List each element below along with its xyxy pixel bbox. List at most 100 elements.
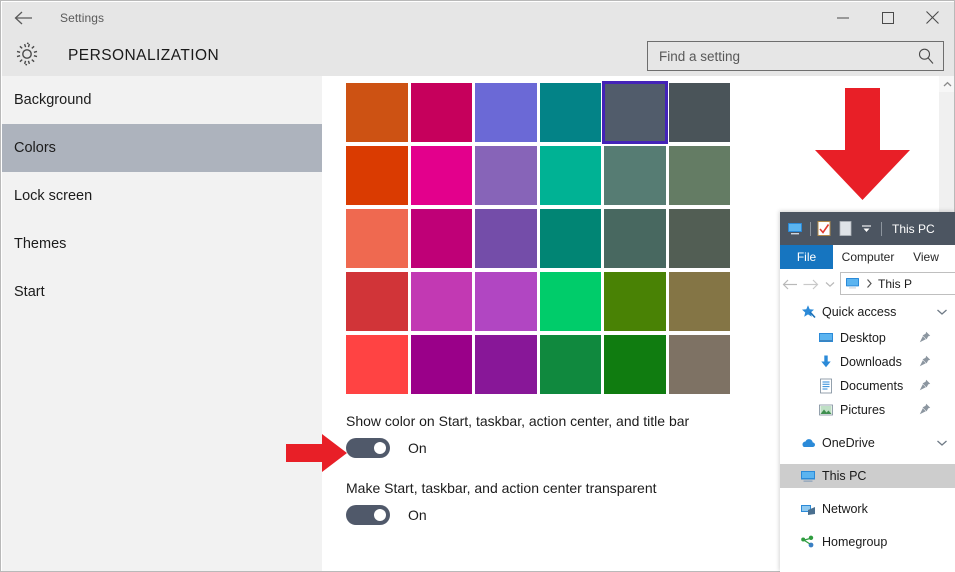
homegroup-icon: [801, 535, 814, 548]
search-icon[interactable]: [917, 47, 935, 65]
color-swatch[interactable]: [410, 209, 472, 268]
pin-icon[interactable]: [919, 379, 931, 391]
tab-computer[interactable]: Computer: [833, 245, 903, 269]
maximize-button[interactable]: [865, 2, 910, 33]
color-swatch[interactable]: [604, 272, 666, 331]
pin-icon[interactable]: [919, 355, 931, 367]
sidebar-item-colors[interactable]: Colors: [2, 124, 322, 172]
show-color-toggle[interactable]: [346, 438, 390, 458]
color-swatch[interactable]: [346, 83, 408, 142]
tree-item-homegroup[interactable]: Homegroup: [780, 530, 955, 554]
tree-item-label: Documents: [840, 379, 904, 393]
gear-icon: [13, 40, 41, 68]
sidebar-item-themes[interactable]: Themes: [2, 220, 322, 268]
right-arrow-annotation: [286, 434, 347, 472]
color-swatch[interactable]: [668, 209, 730, 268]
color-swatch[interactable]: [346, 272, 408, 331]
color-swatch-row: [346, 146, 733, 209]
color-swatch[interactable]: [539, 83, 601, 142]
color-swatch[interactable]: [410, 272, 472, 331]
color-swatch[interactable]: [602, 81, 668, 144]
tree-item-onedrive[interactable]: OneDrive: [780, 431, 955, 455]
tree-item-network[interactable]: Network: [780, 497, 955, 521]
close-button[interactable]: [910, 2, 954, 33]
color-swatch[interactable]: [410, 335, 472, 394]
search-box[interactable]: [647, 41, 944, 71]
color-swatch[interactable]: [668, 335, 730, 394]
tree-item-label: Homegroup: [822, 535, 888, 549]
color-swatch[interactable]: [475, 272, 537, 331]
this-pc-icon: [846, 278, 859, 289]
tree-item-label: OneDrive: [822, 436, 875, 450]
color-swatch[interactable]: [346, 335, 408, 394]
tree-item-this-pc[interactable]: This PC: [780, 464, 955, 488]
properties-icon[interactable]: [816, 221, 832, 237]
new-folder-icon[interactable]: [837, 221, 853, 237]
color-swatch[interactable]: [539, 335, 601, 394]
nav-forward-button[interactable]: [800, 273, 820, 297]
tree-item-label: This PC: [822, 469, 867, 483]
color-swatch[interactable]: [475, 335, 537, 394]
minimize-button[interactable]: [820, 2, 865, 33]
color-swatch[interactable]: [668, 272, 730, 331]
tree-item-documents[interactable]: Documents: [780, 374, 955, 398]
color-swatch[interactable]: [346, 146, 408, 205]
back-button[interactable]: [2, 2, 46, 33]
tree-item-downloads[interactable]: Downloads: [780, 350, 955, 374]
tree-item-label: Desktop: [840, 331, 886, 345]
tree-item-quick-access[interactable]: Quick access: [780, 300, 955, 324]
chevron-down-icon[interactable]: [936, 306, 948, 318]
color-swatch[interactable]: [475, 146, 537, 205]
tree-item-pictures[interactable]: Pictures: [780, 398, 955, 422]
explorer-navigation-pane: Quick access Desktop Downloads Documents Pic…: [780, 300, 955, 572]
forward-arrow-icon: [803, 279, 818, 290]
color-swatch[interactable]: [604, 209, 666, 268]
breadcrumb-text: This P: [878, 276, 913, 291]
tree-item-desktop[interactable]: Desktop: [780, 326, 955, 350]
color-swatch[interactable]: [539, 146, 601, 205]
downloads-icon: [818, 354, 834, 370]
color-swatch[interactable]: [668, 146, 730, 205]
tree-item-label: Network: [822, 502, 868, 516]
color-swatch[interactable]: [410, 83, 472, 142]
nav-back-button[interactable]: [780, 273, 800, 297]
desktop-icon: [818, 330, 834, 346]
tab-file[interactable]: File: [780, 245, 833, 269]
pin-icon[interactable]: [919, 331, 931, 343]
accent-color-grid: [346, 81, 733, 398]
tree-item-label: Downloads: [840, 355, 902, 369]
search-input[interactable]: [648, 42, 913, 70]
color-swatch[interactable]: [475, 209, 537, 268]
color-swatch-row: [346, 335, 733, 398]
settings-header: PERSONALIZATION: [2, 33, 954, 76]
toolbar-separator: [810, 221, 811, 236]
address-path-box[interactable]: This P: [840, 272, 955, 295]
tab-view[interactable]: View: [903, 245, 949, 269]
app-title: Settings: [60, 10, 105, 25]
pin-icon[interactable]: [919, 403, 931, 415]
color-swatch[interactable]: [346, 209, 408, 268]
onedrive-cloud-icon: [802, 439, 815, 447]
color-swatch[interactable]: [475, 83, 537, 142]
transparency-toggle[interactable]: [346, 505, 390, 525]
sidebar-item-lock-screen[interactable]: Lock screen: [2, 172, 322, 220]
color-swatch[interactable]: [410, 146, 472, 205]
color-swatch[interactable]: [604, 146, 666, 205]
color-swatch[interactable]: [668, 83, 730, 142]
scroll-up-button[interactable]: [939, 76, 954, 92]
sidebar-item-start[interactable]: Start: [2, 268, 322, 316]
customize-dropdown-icon[interactable]: [858, 221, 874, 237]
chevron-down-icon: [825, 282, 835, 288]
this-pc-icon[interactable]: [787, 221, 803, 237]
color-swatch[interactable]: [539, 209, 601, 268]
color-swatch[interactable]: [604, 335, 666, 394]
documents-icon: [820, 378, 832, 394]
nav-recent-locations-button[interactable]: [820, 273, 840, 297]
color-swatch[interactable]: [539, 272, 601, 331]
maximize-icon: [881, 11, 894, 24]
sidebar-item-label: Colors: [14, 140, 56, 156]
transparency-toggle-state: On: [408, 507, 427, 523]
star-pin-icon: [800, 304, 816, 320]
sidebar-item-background[interactable]: Background: [2, 76, 322, 124]
chevron-down-icon[interactable]: [936, 437, 948, 449]
